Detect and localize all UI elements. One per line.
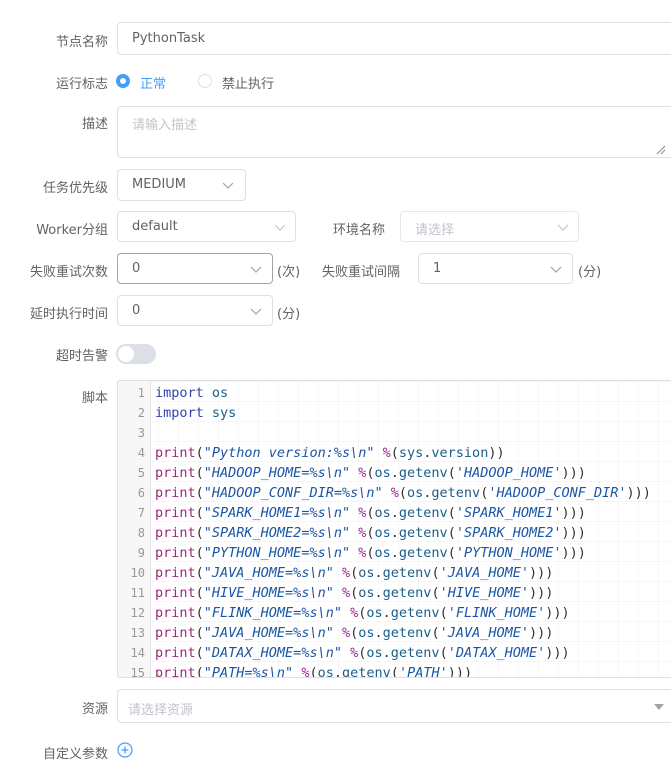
code-line[interactable]: print("FLINK_HOME=%s\n" %(os.getenv('FLI… xyxy=(155,603,570,623)
run-flag-label: 运行标志 xyxy=(55,77,108,92)
line-number: 7 xyxy=(137,506,145,520)
line-number: 15 xyxy=(130,666,145,678)
description-label: 描述 xyxy=(81,117,108,132)
resources-placeholder: 请选择资源 xyxy=(128,703,194,718)
line-number: 13 xyxy=(130,626,145,640)
priority-value: MEDIUM xyxy=(132,177,187,192)
line-number: 11 xyxy=(130,586,145,600)
environment-label: 环境名称 xyxy=(333,223,386,238)
timeout-alarm-switch[interactable] xyxy=(116,344,156,364)
line-number: 14 xyxy=(130,646,145,660)
radio-normal-circle xyxy=(116,74,130,88)
environment-placeholder: 请选择 xyxy=(415,223,455,238)
script-label: 脚本 xyxy=(81,391,108,406)
priority-label: 任务优先级 xyxy=(42,181,108,196)
retry-times-unit: (次) xyxy=(277,265,301,280)
code-line[interactable]: print("HADOOP_HOME=%s\n" %(os.getenv('HA… xyxy=(155,463,586,483)
line-number: 2 xyxy=(137,406,145,420)
code-line[interactable]: print("JAVA_HOME=%s\n" %(os.getenv('JAVA… xyxy=(155,563,553,583)
resources-label: 资源 xyxy=(81,702,108,717)
retry-interval-value: 1 xyxy=(433,261,442,276)
retry-times-label: 失败重试次数 xyxy=(29,265,108,280)
radio-disabled-circle xyxy=(198,74,212,88)
chevron-down-icon xyxy=(250,308,262,315)
resize-handle-icon[interactable] xyxy=(656,145,666,155)
line-number: 3 xyxy=(137,426,145,440)
code-line[interactable]: print("Python version:%s\n" %(sys.versio… xyxy=(155,443,505,463)
node-name-label: 节点名称 xyxy=(55,35,108,50)
custom-params-label: 自定义参数 xyxy=(42,747,108,762)
line-number: 5 xyxy=(137,466,145,480)
delay-time-select[interactable]: 0 xyxy=(117,295,273,326)
code-line[interactable]: print("HIVE_HOME=%s\n" %(os.getenv('HIVE… xyxy=(155,583,553,603)
chevron-down-icon xyxy=(557,224,569,231)
worker-group-value: default xyxy=(132,219,178,234)
line-number: 12 xyxy=(130,606,145,620)
line-number: 6 xyxy=(137,486,145,500)
script-editor[interactable]: 1 2 3 4 5 6 7 8 9 10 11 12 13 14 15 impo… xyxy=(117,380,671,678)
line-number: 9 xyxy=(137,546,145,560)
code-line[interactable]: print("JAVA_HOME=%s\n" %(os.getenv('JAVA… xyxy=(155,623,553,643)
plus-circle-icon[interactable] xyxy=(117,742,133,758)
code-line[interactable]: import os xyxy=(155,383,228,403)
resources-select[interactable]: 请选择资源 xyxy=(117,689,671,723)
delay-time-unit: (分) xyxy=(277,307,301,322)
code-line[interactable]: print("PYTHON_HOME=%s\n" %(os.getenv('PY… xyxy=(155,543,586,563)
line-number: 8 xyxy=(137,526,145,540)
worker-group-label: Worker分组 xyxy=(36,223,108,238)
chevron-down-icon xyxy=(550,266,562,273)
radio-disabled-label: 禁止执行 xyxy=(222,77,275,92)
radio-disabled[interactable]: 禁止执行 xyxy=(198,73,288,92)
code-line[interactable]: print("SPARK_HOME2=%s\n" %(os.getenv('SP… xyxy=(155,523,586,543)
retry-times-value: 0 xyxy=(132,261,141,276)
retry-times-select[interactable]: 0 xyxy=(117,253,273,284)
retry-interval-label: 失败重试间隔 xyxy=(322,265,401,280)
retry-interval-unit: (分) xyxy=(578,265,602,280)
code-line[interactable]: print("DATAX_HOME=%s\n" %(os.getenv('DAT… xyxy=(155,643,570,663)
line-number-gutter: 1 2 3 4 5 6 7 8 9 10 11 12 13 14 15 xyxy=(118,381,151,677)
radio-normal-label: 正常 xyxy=(140,77,167,92)
timeout-alarm-label: 超时告警 xyxy=(55,349,108,364)
line-number: 4 xyxy=(137,446,145,460)
code-line[interactable]: print("PATH=%s\n" %(os.getenv('PATH'))) xyxy=(155,663,472,677)
line-number: 10 xyxy=(130,566,145,580)
switch-knob xyxy=(118,346,134,362)
chevron-down-icon xyxy=(250,266,262,273)
priority-select[interactable]: MEDIUM xyxy=(117,169,246,201)
node-name-value: PythonTask xyxy=(132,31,206,46)
delay-time-label: 延时执行时间 xyxy=(29,307,108,322)
delay-time-value: 0 xyxy=(132,303,141,318)
chevron-down-icon xyxy=(222,182,234,189)
radio-normal[interactable]: 正常 xyxy=(116,73,176,92)
line-number: 1 xyxy=(137,386,145,400)
chevron-down-icon xyxy=(274,224,286,231)
caret-down-icon xyxy=(654,704,664,710)
description-placeholder: 请输入描述 xyxy=(132,118,198,133)
environment-select[interactable]: 请选择 xyxy=(400,211,579,242)
code-line[interactable]: import sys xyxy=(155,403,236,423)
worker-group-select[interactable]: default xyxy=(117,211,296,242)
code-line[interactable]: print("SPARK_HOME1=%s\n" %(os.getenv('SP… xyxy=(155,503,586,523)
code-line[interactable]: print("HADOOP_CONF_DIR=%s\n" %(os.getenv… xyxy=(155,483,651,503)
description-textarea[interactable]: 请输入描述 xyxy=(117,106,671,158)
node-name-input[interactable]: PythonTask xyxy=(117,22,671,55)
retry-interval-select[interactable]: 1 xyxy=(418,253,573,284)
